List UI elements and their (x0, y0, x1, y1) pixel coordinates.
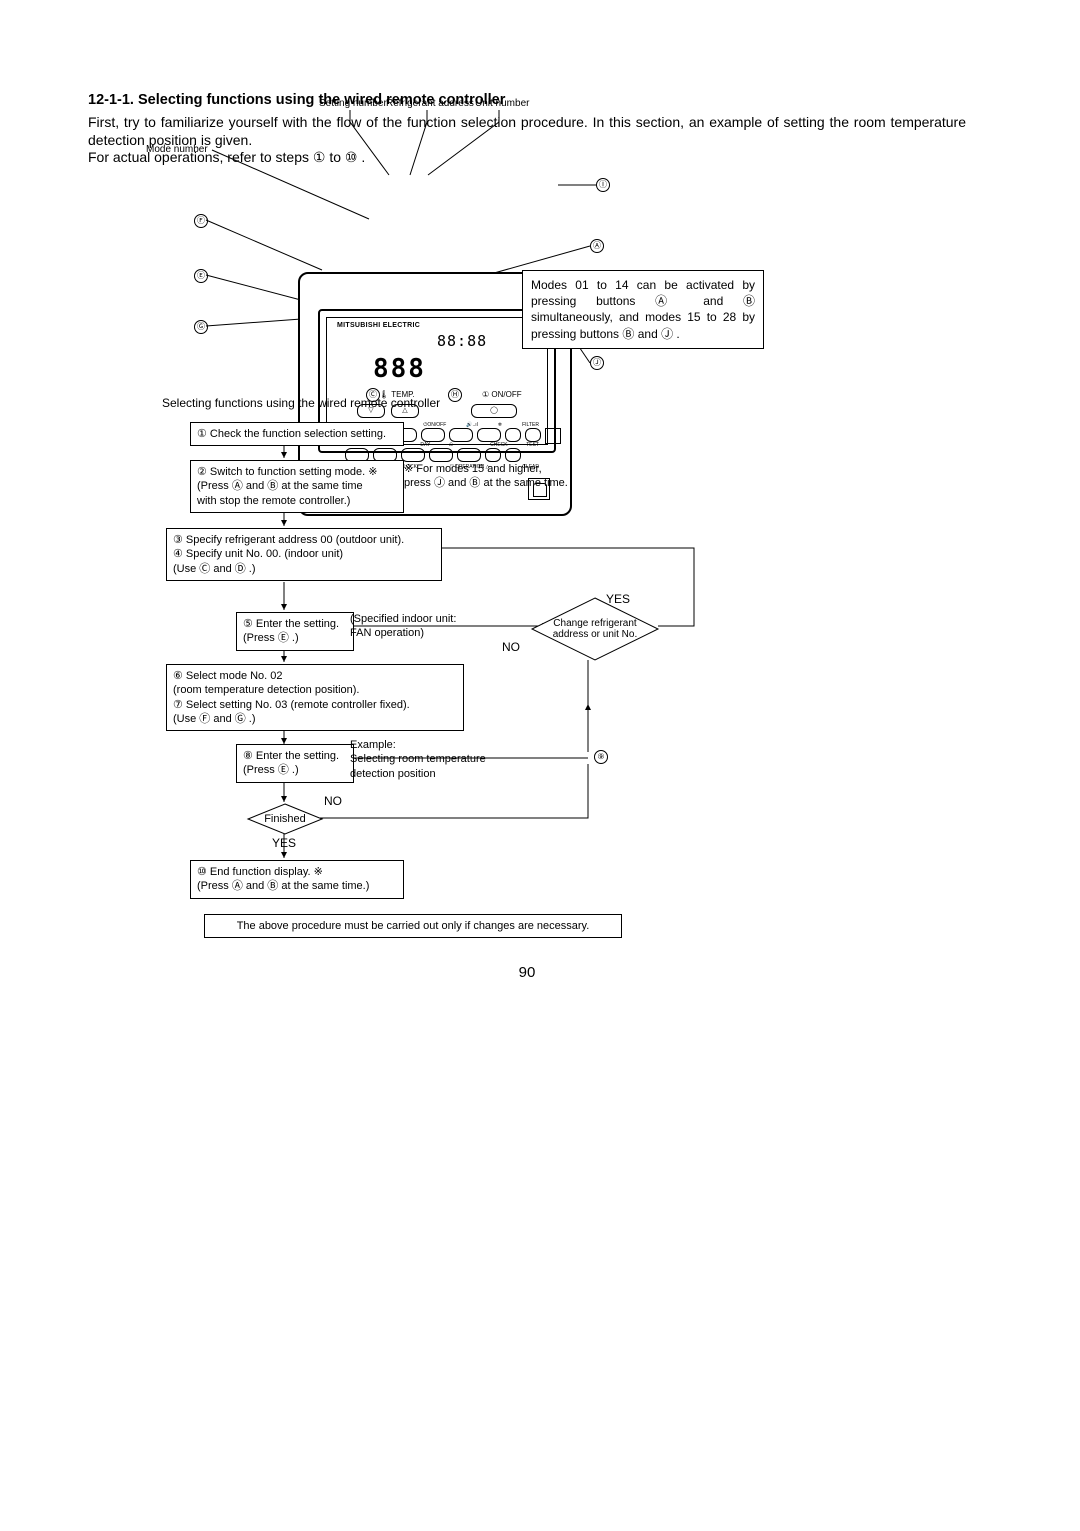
flow-final-note: The above procedure must be carried out … (204, 914, 622, 938)
callout-F-icon: Ⓕ (194, 214, 208, 228)
para2-mid: to (325, 149, 344, 165)
callout-G: Ⓖ (194, 320, 208, 334)
intro-paragraph-2: For actual operations, refer to steps ① … (88, 149, 966, 167)
onoff-label: ① ON/OFF (482, 390, 522, 399)
label-unit-number: Unit number (475, 98, 529, 109)
para2-suffix: . (357, 149, 365, 165)
intro-paragraph-1: First, try to familiarize yourself with … (88, 114, 966, 149)
callout-I-icon: Ⓘ (596, 178, 610, 192)
callout-J-icon: Ⓙ (590, 356, 604, 370)
flow-step-5-side: (Specified indoor unit: FAN operation) (350, 612, 456, 641)
callout-A-icon: Ⓐ (590, 239, 604, 253)
flow-step-5: ⑤ Enter the setting. (Press Ⓔ .) (236, 612, 354, 651)
callout-J: Ⓙ (590, 356, 604, 370)
label-refrig-addr: Refrigerant address (386, 98, 474, 109)
side-note-box: Modes 01 to 14 can be activated by press… (522, 270, 764, 349)
callout-E: Ⓔ (194, 269, 208, 283)
callout-E-icon: Ⓔ (194, 269, 208, 283)
brand-label: MITSUBISHI ELECTRIC (337, 322, 420, 329)
flow-step-6-7: ⑥ Select mode No. 02 (room temperature d… (166, 664, 464, 731)
callout-A: Ⓐ (590, 239, 604, 253)
label-mode-number: Mode number (146, 144, 208, 155)
step-first: ① (313, 149, 326, 165)
step-last: ⑩ (345, 149, 358, 165)
decision-1-wrap: Change refrigerant address or unit No. (530, 596, 660, 662)
flow-step-8-side: Example: Selecting room temperature dete… (350, 738, 486, 781)
flow-step-10: ⑩ End function display. ※ (Press Ⓐ and Ⓑ… (190, 860, 404, 899)
callout-H: Ⓗ (448, 388, 462, 402)
segment-big: 888 (373, 354, 426, 384)
flow-step-1: ① Check the function selection setting. (190, 422, 404, 446)
flow-step-9: ⑨ (594, 750, 608, 764)
figure-caption: Selecting functions using the wired remo… (162, 396, 440, 410)
label-setting-number: Setting number (319, 98, 387, 109)
callout-I: Ⓘ (596, 178, 610, 192)
flow-step-9-icon: ⑨ (594, 750, 608, 764)
section-number: 12-1-1. (88, 92, 134, 108)
decision-1-no: NO (502, 640, 520, 654)
flow-step-8: ⑧ Enter the setting. (Press Ⓔ .) (236, 744, 354, 783)
decision-1-yes: YES (606, 592, 630, 606)
decision-2-wrap: Finished (246, 802, 324, 836)
flow-step-2: ② Switch to function setting mode. ※ (Pr… (190, 460, 404, 513)
page: 12-1-1. Selecting functions using the wi… (0, 0, 1080, 1531)
flow-step-3-4: ③ Specify refrigerant address 00 (outdoo… (166, 528, 442, 581)
callout-H-icon: Ⓗ (448, 388, 462, 402)
onoff-button[interactable]: ◯ (471, 404, 517, 418)
decision-2-no: NO (324, 794, 342, 808)
segment-time: 88:88 (437, 332, 487, 350)
flow-note-2: ※ For modes 15 and higher, press Ⓙ and Ⓑ… (404, 462, 568, 491)
decision-1-text: Change refrigerant address or unit No. (530, 596, 660, 662)
page-number: 90 (88, 964, 966, 981)
content: 12-1-1. Selecting functions using the wi… (88, 92, 966, 167)
callout-F: Ⓕ (194, 214, 208, 228)
decision-2-text: Finished (246, 802, 324, 836)
decision-2-yes: YES (272, 836, 296, 850)
callout-G-icon: Ⓖ (194, 320, 208, 334)
flowchart: ① Check the function selection setting. … (88, 418, 848, 978)
